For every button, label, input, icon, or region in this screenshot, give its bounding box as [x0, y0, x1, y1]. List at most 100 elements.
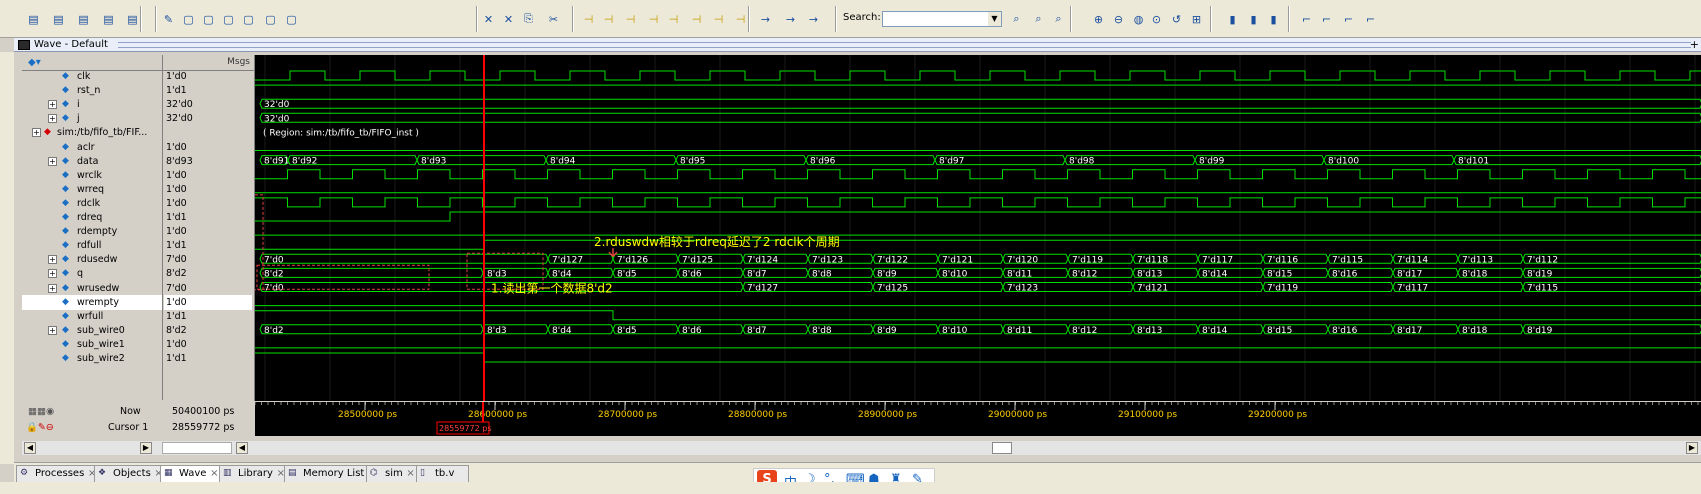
zoom-cursor-icon[interactable]: ⊙: [1148, 10, 1165, 28]
step-icon[interactable]: ▢: [262, 10, 279, 28]
edge-icon[interactable]: ⊣: [732, 10, 749, 28]
signal-row[interactable]: + ◆ data: [22, 154, 162, 169]
value-scroll-track[interactable]: [162, 442, 232, 454]
layout-icon[interactable]: ▤: [50, 10, 67, 28]
signal-row[interactable]: + ◆ rdusedw: [22, 252, 162, 267]
expand-icon[interactable]: +: [48, 156, 57, 166]
signal-row[interactable]: ◆ rst_n: [22, 83, 162, 98]
signal-row[interactable]: + ◆ j: [22, 111, 162, 126]
signal-row[interactable]: ◆ rdreq: [22, 210, 162, 225]
waveform-pane[interactable]: 32'd0 32'd0 ( Region: sim:/tb/fifo_tb/FIFO…: [34, 55, 1701, 401]
wave-fmt-icon[interactable]: ⌐: [1318, 10, 1335, 28]
edge-icon[interactable]: ⊣: [688, 10, 705, 28]
expand-icon[interactable]: +: [48, 114, 57, 124]
cursor-row[interactable]: 🔒✎⊖ Cursor 1 28559772 ps: [22, 420, 254, 435]
signal-row[interactable]: ◆ sub_wire1: [22, 337, 162, 352]
close-icon[interactable]: ×: [210, 466, 218, 481]
edge-icon[interactable]: ⊣: [622, 10, 639, 28]
signal-row[interactable]: + ◆ wrusedw: [22, 281, 162, 296]
edge-icon[interactable]: ⊣: [645, 10, 662, 28]
break-icon[interactable]: ✕: [500, 10, 517, 28]
time-axis-canvas[interactable]: 28500000 ps 28600000 ps 28700000 ps 2880000…: [254, 402, 1701, 436]
signal-row[interactable]: ◆ rdfull: [22, 238, 162, 253]
signal-row[interactable]: + ◆ sim:/tb/fifo_tb/FIF...: [22, 125, 162, 140]
signal-row[interactable]: ◆ sub_wire2: [22, 351, 162, 366]
waveform-canvas[interactable]: 32'd0 32'd0 ( Region: sim:/tb/fifo_tb/FIFO…: [34, 55, 1701, 401]
wave-scroll-right-icon[interactable]: ▶: [1686, 442, 1698, 454]
layout-icon[interactable]: ▤: [25, 10, 42, 28]
step-icon[interactable]: ▢: [200, 10, 217, 28]
wave-scroll-left-icon[interactable]: ◀: [236, 442, 248, 454]
signal-row[interactable]: ◆ rdclk: [22, 196, 162, 211]
cursor-icon[interactable]: →: [805, 10, 822, 28]
layout-icon[interactable]: ▤: [124, 10, 141, 28]
wave-scroll-thumb[interactable]: [992, 442, 1012, 454]
wave-fmt-icon[interactable]: ⌐: [1362, 10, 1379, 28]
lock-icon[interactable]: 🔒✎⊖: [26, 420, 54, 435]
layout-icon[interactable]: ▤: [75, 10, 92, 28]
zoom-out-icon[interactable]: ⊖: [1110, 10, 1127, 28]
wave-settings-icon[interactable]: ◆▾: [28, 57, 41, 68]
tab-wave[interactable]: ▦ Wave ×: [160, 465, 222, 482]
zoom-in-icon[interactable]: ⊕: [1090, 10, 1107, 28]
scroll-left-icon[interactable]: ◀: [24, 442, 36, 454]
step-icon[interactable]: ▢: [180, 10, 197, 28]
cursor-icon[interactable]: →: [782, 10, 799, 28]
expand-icon[interactable]: +: [48, 283, 57, 293]
dataset-icon[interactable]: ▮: [1265, 10, 1282, 28]
step-icon[interactable]: ▢: [283, 10, 300, 28]
signal-row[interactable]: + ◆ sub_wire0: [22, 323, 162, 338]
find-icon[interactable]: ⌕: [1008, 10, 1025, 28]
wave-fmt-icon[interactable]: ⌐: [1340, 10, 1357, 28]
titlebar-grip[interactable]: [118, 42, 1691, 48]
tab-objects[interactable]: ❖ Objects ×: [94, 465, 166, 482]
layout-icon[interactable]: ▤: [100, 10, 117, 28]
signal-name: rdempty: [77, 226, 118, 238]
dataset-icon[interactable]: ▮: [1245, 10, 1262, 28]
signal-row[interactable]: ◆ wrempty: [22, 294, 162, 310]
expand-icon[interactable]: +: [48, 325, 57, 335]
step-icon[interactable]: ▢: [220, 10, 237, 28]
tab-library[interactable]: ▥ Library ×: [219, 465, 288, 482]
find-icon[interactable]: ⌕: [1050, 10, 1067, 28]
signal-row[interactable]: + ◆ i: [22, 97, 162, 112]
break-icon[interactable]: ✕: [480, 10, 497, 28]
scroll-right-icon[interactable]: ▶: [140, 442, 152, 454]
edge-icon[interactable]: ⊣: [710, 10, 727, 28]
pin-icon[interactable]: ✎: [160, 10, 177, 28]
zoom-full-icon[interactable]: ◍: [1130, 10, 1147, 28]
wave-fmt-icon[interactable]: ⌐: [1298, 10, 1315, 28]
cursor-tag: 28559772 ps: [439, 424, 492, 433]
search-dropdown-icon[interactable]: ▼: [988, 12, 1001, 26]
signal-row[interactable]: ◆ wrreq: [22, 182, 162, 197]
zoom-area-icon[interactable]: ⊞: [1188, 10, 1205, 28]
tab-sim[interactable]: ⌬ sim ×: [366, 465, 418, 482]
signal-row[interactable]: + ◆ q: [22, 266, 162, 281]
edge-icon[interactable]: ⊣: [665, 10, 682, 28]
cut-icon[interactable]: ✂: [545, 10, 562, 28]
cursor-icon[interactable]: →: [757, 10, 774, 28]
expand-icon[interactable]: +: [48, 100, 57, 110]
tab-tb-v[interactable]: ▯ tb.v: [416, 465, 470, 482]
dataset-icon[interactable]: ▮: [1224, 10, 1241, 28]
signal-row[interactable]: ◆ rdempty: [22, 224, 162, 239]
find-icon[interactable]: ⌕: [1030, 10, 1047, 28]
edge-icon[interactable]: ⊣: [580, 10, 597, 28]
signal-row[interactable]: ◆ wrfull: [22, 309, 162, 324]
time-axis[interactable]: 28500000 ps 28600000 ps 28700000 ps 2880000…: [254, 402, 1701, 436]
copy-icon[interactable]: ⎘: [520, 10, 537, 28]
zoom-last-icon[interactable]: ↺: [1168, 10, 1185, 28]
edge-icon[interactable]: ⊣: [600, 10, 617, 28]
step-icon[interactable]: ▢: [240, 10, 257, 28]
expand-icon[interactable]: +: [48, 269, 57, 279]
tab-processes[interactable]: ⚙ Processes ×: [16, 465, 100, 482]
signal-row[interactable]: ◆ clk: [22, 69, 162, 84]
expand-icon[interactable]: +: [32, 128, 41, 138]
expand-icon[interactable]: +: [48, 255, 57, 265]
signal-row[interactable]: ◆ aclr: [22, 140, 162, 155]
search-input[interactable]: [882, 11, 1002, 27]
close-icon[interactable]: ×: [406, 466, 414, 481]
signal-row[interactable]: ◆ wrclk: [22, 168, 162, 183]
maximize-icon[interactable]: +: [1690, 38, 1699, 51]
horizontal-scrollbars[interactable]: ◀ ▶ ◀ ▶: [22, 441, 1701, 455]
